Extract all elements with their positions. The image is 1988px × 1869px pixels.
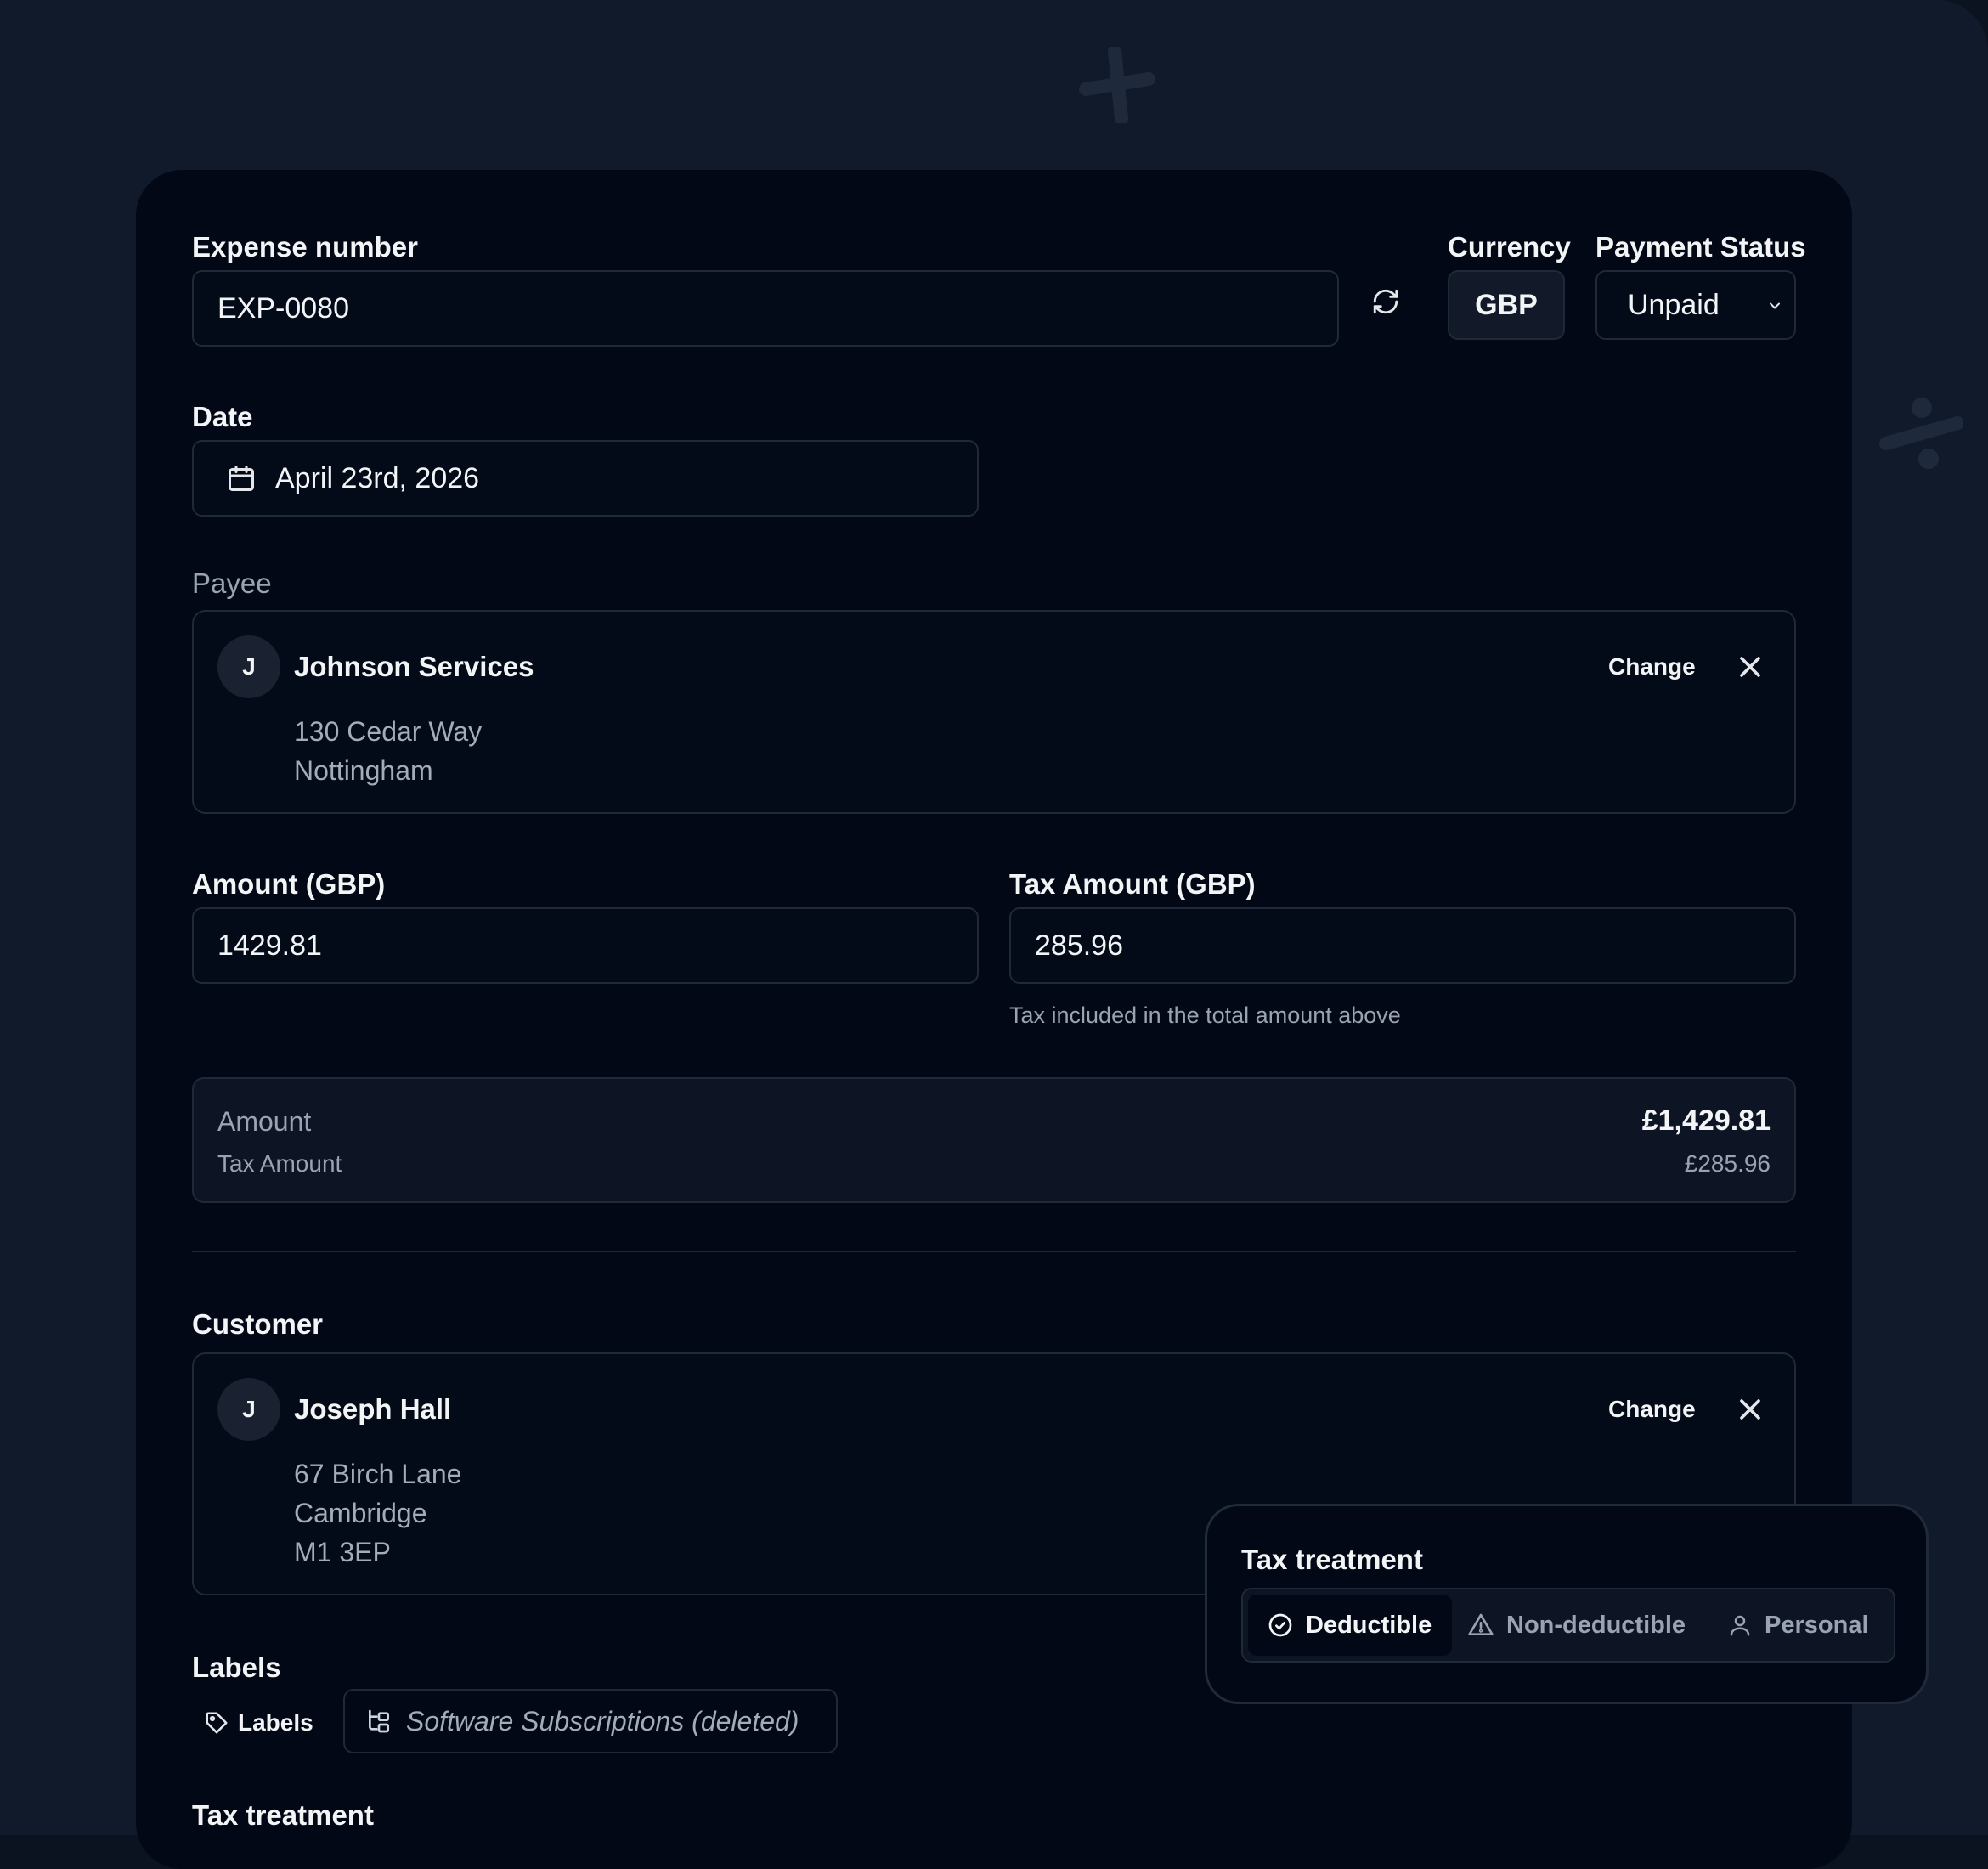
refresh-icon[interactable] (1371, 285, 1400, 318)
customer-address-line2: Cambridge (294, 1498, 427, 1528)
label-chip[interactable]: Software Subscriptions (deleted) (343, 1689, 838, 1753)
payee-address-line1: 130 Cedar Way (294, 716, 483, 747)
tax-hint-text: Tax included in the total amount above (1009, 1002, 1401, 1028)
date-value: April 23rd, 2026 (275, 461, 480, 494)
option-non-deductible[interactable]: Non-deductible (1467, 1595, 1714, 1656)
calendar-icon (229, 466, 254, 491)
tax-treatment-segmented-control: Deductible Non-deductible Personal (1241, 1588, 1895, 1663)
currency-value: GBP (1475, 288, 1538, 321)
payment-status-value: Unpaid (1628, 288, 1720, 321)
tax-treatment-section-label: Tax treatment (192, 1799, 374, 1831)
check-circle-icon (1268, 1613, 1292, 1637)
tax-amount-label: Tax Amount (GBP) (1009, 868, 1256, 900)
section-divider (192, 1251, 1796, 1252)
expense-number-input[interactable]: EXP-0080 (192, 270, 1339, 347)
payee-avatar: J (217, 635, 280, 698)
customer-address-line1: 67 Birch Lane (294, 1459, 462, 1489)
label-chip-text: Software Subscriptions (deleted) (406, 1705, 799, 1736)
payee-change-button[interactable]: Change (1608, 653, 1696, 680)
amount-value: 1429.81 (217, 929, 322, 962)
amount-summary (192, 1077, 1796, 1203)
chevron-down-icon (1770, 302, 1780, 309)
currency-label: Currency (1448, 231, 1571, 263)
customer-name: Joseph Hall (294, 1393, 452, 1425)
labels-section-label: Labels (192, 1652, 281, 1683)
warning-icon (1468, 1613, 1494, 1635)
tag-icon (206, 1712, 228, 1734)
payee-remove-close-icon[interactable] (1733, 650, 1767, 684)
percent-decoration-icon (1879, 398, 1963, 469)
summary-tax-label: Tax Amount (217, 1150, 342, 1177)
summary-amount-value: £1,429.81 (1641, 1104, 1771, 1137)
currency-select[interactable]: GBP (1448, 270, 1565, 340)
summary-tax-value: £285.96 (1684, 1150, 1771, 1177)
payment-status-select[interactable]: Unpaid (1595, 270, 1796, 340)
tax-treatment-popover: Tax treatment Deductible Non-deductible … (1205, 1504, 1929, 1704)
amount-input[interactable]: 1429.81 (192, 907, 979, 984)
payment-status-label: Payment Status (1595, 231, 1806, 263)
option-personal-label: Personal (1765, 1611, 1869, 1639)
option-personal[interactable]: Personal (1727, 1595, 1889, 1656)
customer-change-button[interactable]: Change (1608, 1396, 1696, 1423)
tax-amount-value: 285.96 (1035, 929, 1123, 962)
payee-name: Johnson Services (294, 651, 534, 682)
expense-number-value: EXP-0080 (217, 291, 349, 325)
payee-address-line2: Nottingham (294, 755, 433, 786)
date-picker[interactable]: April 23rd, 2026 (192, 440, 979, 517)
popover-title: Tax treatment (1241, 1544, 1423, 1575)
payee-label: Payee (192, 567, 272, 599)
customer-label: Customer (192, 1308, 324, 1340)
amount-label: Amount (GBP) (192, 868, 386, 900)
customer-remove-close-icon[interactable] (1733, 1392, 1767, 1426)
option-non-deductible-label: Non-deductible (1506, 1611, 1686, 1639)
expense-number-label: Expense number (192, 231, 418, 263)
labels-button-text: Labels (238, 1709, 313, 1736)
summary-amount-label: Amount (217, 1106, 312, 1137)
hierarchy-icon (369, 1709, 389, 1733)
user-icon (1730, 1615, 1750, 1636)
option-deductible[interactable]: Deductible (1248, 1595, 1452, 1656)
date-label: Date (192, 401, 253, 432)
customer-avatar: J (217, 1378, 280, 1441)
tax-amount-input[interactable]: 285.96 (1009, 907, 1796, 984)
labels-button[interactable]: Labels (204, 1691, 313, 1755)
option-deductible-label: Deductible (1306, 1611, 1432, 1639)
customer-address-line3: M1 3EP (294, 1537, 391, 1567)
plus-decoration-icon (1079, 47, 1155, 123)
